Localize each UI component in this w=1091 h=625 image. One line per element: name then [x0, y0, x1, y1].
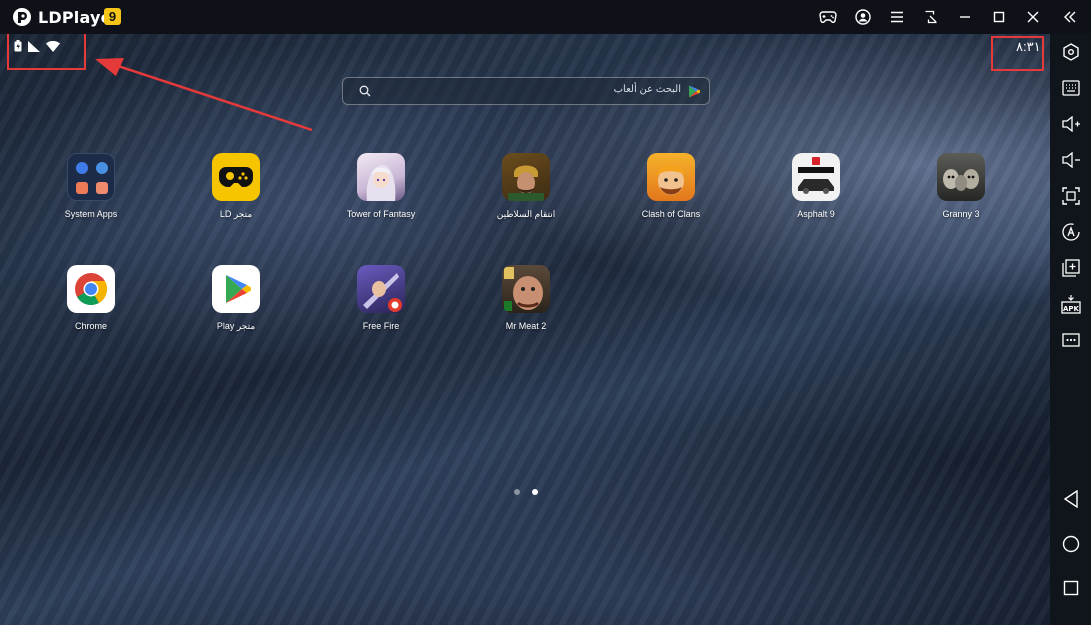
tower-of-fantasy-icon [357, 153, 405, 201]
page-dot-active[interactable] [532, 489, 538, 495]
svg-text:APK: APK [1063, 305, 1080, 313]
clash-of-clans-icon [647, 153, 695, 201]
asphalt-9-icon [792, 153, 840, 201]
play-store-icon [212, 265, 260, 313]
granny-3-icon [937, 153, 985, 201]
app-mr-meat-2[interactable]: Mr Meat 2 [471, 265, 581, 331]
keyboard-icon[interactable] [1060, 77, 1082, 99]
page-indicator [514, 489, 538, 495]
android-screen[interactable]: ٨:٣١ البحث عن ألعاب System Apps LD متجر … [0, 34, 1050, 625]
more-icon[interactable] [1060, 329, 1082, 351]
title-bar: LDPlayer 9 [0, 0, 1091, 34]
app-label: Mr Meat 2 [505, 321, 547, 331]
minimize-icon[interactable] [954, 7, 976, 27]
app-tower-of-fantasy[interactable]: Tower of Fantasy [326, 153, 436, 219]
ld-store-icon [212, 153, 260, 201]
app-label: Tower of Fantasy [346, 209, 416, 219]
account-icon[interactable] [852, 7, 874, 27]
status-icons-highlight-box [7, 34, 86, 70]
app-system-apps[interactable]: System Apps [36, 153, 146, 219]
system-apps-folder-icon [67, 153, 115, 201]
apk-install-icon[interactable]: APK [1060, 293, 1082, 315]
gamepad-icon[interactable] [817, 7, 839, 27]
free-fire-icon [357, 265, 405, 313]
app-label: Granny 3 [942, 209, 980, 219]
clock-highlight-box [991, 36, 1044, 71]
version-badge: 9 [104, 8, 121, 25]
game-search-bar[interactable]: البحث عن ألعاب [342, 77, 710, 105]
volume-up-icon[interactable] [1060, 113, 1082, 135]
maximize-icon[interactable] [988, 7, 1010, 27]
collapse-sidebar-icon[interactable] [1059, 7, 1081, 27]
back-icon[interactable] [1060, 488, 1082, 510]
recents-icon[interactable] [1060, 577, 1082, 599]
mr-meat-2-icon [502, 265, 550, 313]
screenshot-icon[interactable] [1060, 185, 1082, 207]
app-clash-of-clans[interactable]: Clash of Clans [616, 153, 726, 219]
tool-sidebar: APK [1050, 34, 1091, 625]
close-icon[interactable] [1022, 7, 1044, 27]
app-label: System Apps [64, 209, 118, 219]
multi-instance-icon[interactable] [1060, 257, 1082, 279]
app-label: Asphalt 9 [797, 209, 835, 219]
ldplayer-logo-icon [12, 7, 32, 27]
app-label: Chrome [74, 321, 107, 331]
app-label: LD متجر [219, 209, 253, 219]
auto-rotate-icon[interactable] [1060, 221, 1082, 243]
search-placeholder: البحث عن ألعاب [613, 84, 681, 95]
chrome-icon [67, 265, 115, 313]
search-icon [359, 85, 371, 97]
annotation-arrow [95, 58, 313, 132]
app-label: Free Fire [362, 321, 400, 331]
menu-icon[interactable] [886, 7, 908, 27]
app-label: انتقام السلاطين [496, 209, 556, 219]
volume-down-icon[interactable] [1060, 149, 1082, 171]
sultans-revenge-icon [502, 153, 550, 201]
app-label: Clash of Clans [641, 209, 701, 219]
app-ld-store[interactable]: LD متجر [181, 153, 291, 220]
app-chrome[interactable]: Chrome [36, 265, 146, 331]
google-play-icon [688, 85, 700, 98]
app-free-fire[interactable]: Free Fire [326, 265, 436, 331]
settings-icon[interactable] [1060, 41, 1082, 63]
app-asphalt-9[interactable]: Asphalt 9 [761, 153, 871, 219]
home-icon[interactable] [1060, 533, 1082, 555]
app-label: Play متجر [216, 321, 256, 331]
app-granny-3[interactable]: Granny 3 [906, 153, 1016, 219]
page-dot[interactable] [514, 489, 520, 495]
app-play-store[interactable]: Play متجر [181, 265, 291, 332]
app-sultans-revenge[interactable]: انتقام السلاطين [471, 153, 581, 220]
sync-icon[interactable] [920, 7, 942, 27]
